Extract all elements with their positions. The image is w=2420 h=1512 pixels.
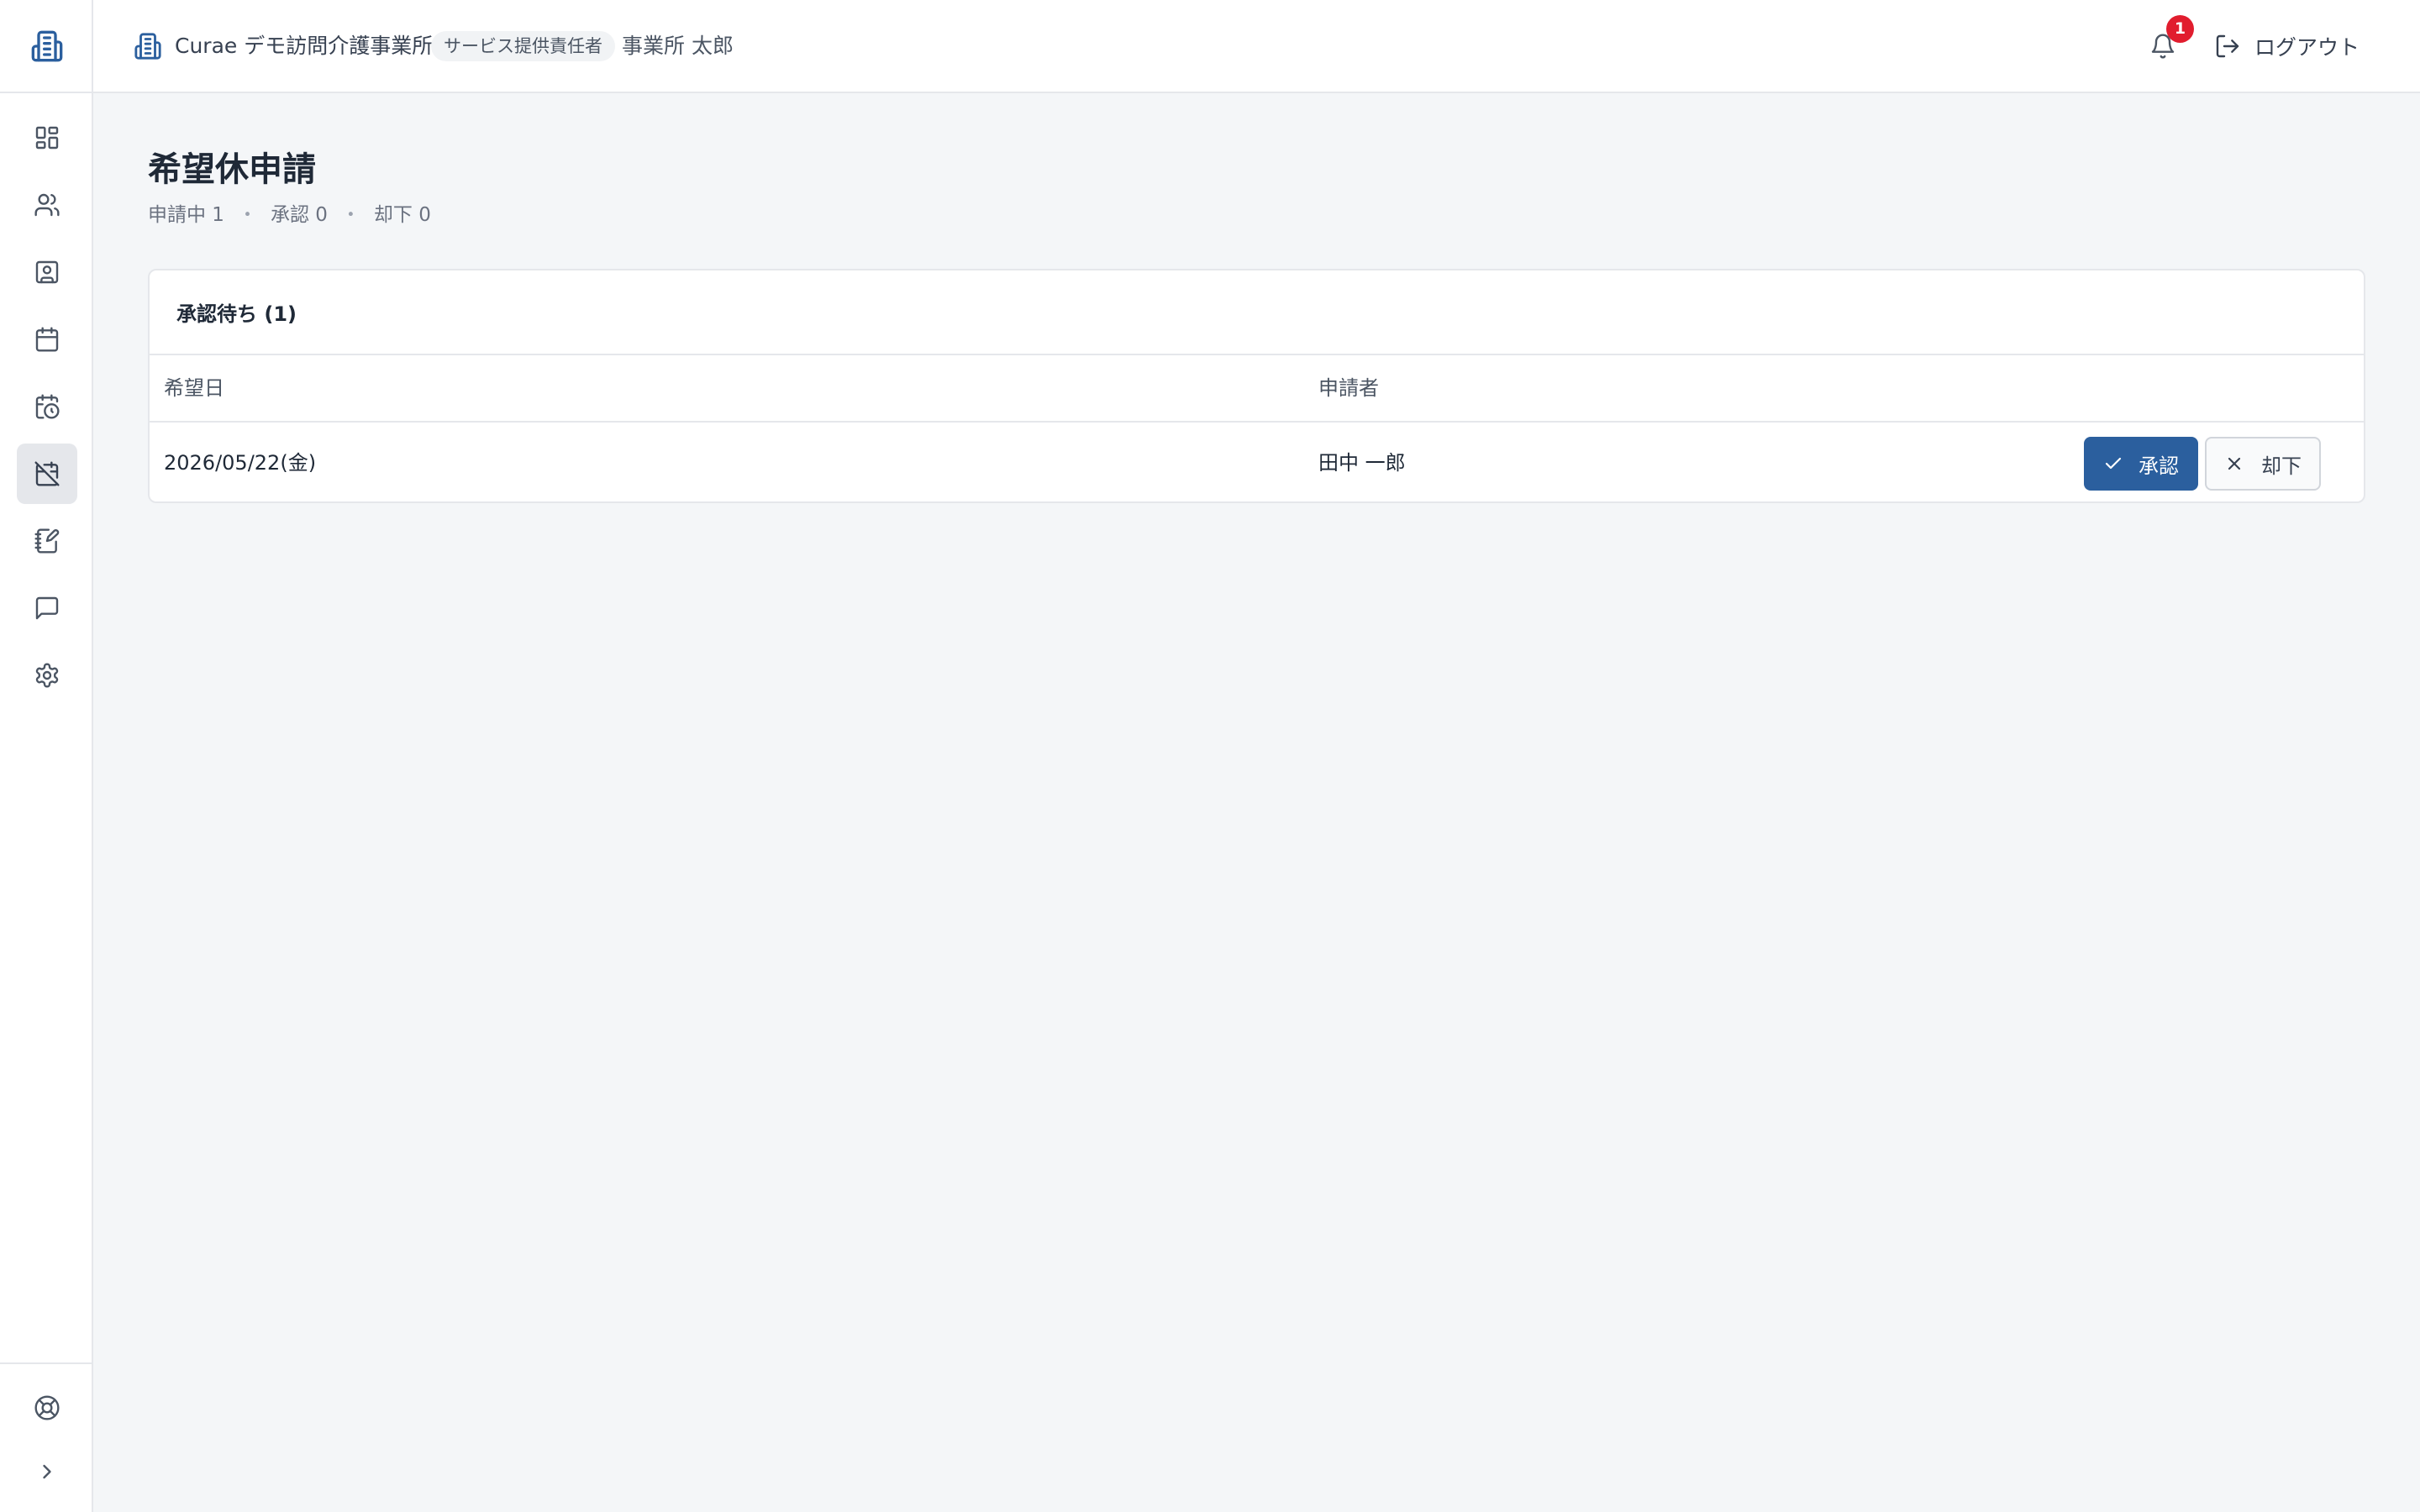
close-icon (2224, 454, 2244, 474)
sidebar-item-messages[interactable] (17, 578, 77, 638)
building-icon (134, 32, 162, 60)
sidebar-item-leave-requests[interactable] (17, 444, 77, 504)
sidebar-item-calendar[interactable] (17, 309, 77, 370)
sidebar-item-users[interactable] (17, 175, 77, 235)
column-header-date: 希望日 (164, 376, 224, 400)
lifebuoy-icon (34, 1394, 60, 1421)
card-header: 承認待ち (1) (150, 270, 2364, 355)
summary-approved: 承認 0 (270, 204, 328, 226)
logout-button[interactable]: ログアウト (2214, 27, 2360, 66)
sidebar (0, 0, 93, 1512)
reject-button[interactable]: 却下 (2205, 437, 2321, 491)
sidebar-item-contacts[interactable] (17, 242, 77, 302)
calendar-icon (34, 326, 60, 353)
top-header: Curae デモ訪問介護事業所 サービス提供責任者 事業所 太郎 1 ログアウト (93, 0, 2420, 93)
card-title: 承認待ち (1) (176, 302, 297, 326)
sidebar-item-records[interactable] (17, 511, 77, 571)
column-header-applicant: 申請者 (1318, 376, 1379, 400)
applicant-name: 田中 一郎 (1318, 451, 1406, 475)
summary-separator: ・ (237, 204, 257, 226)
sidebar-item-help[interactable] (17, 1378, 77, 1438)
request-date: 2026/05/22(金) (164, 451, 317, 475)
request-summary: 申請中 1 ・ 承認 0 ・ 却下 0 (148, 202, 431, 228)
summary-pending: 申請中 1 (148, 204, 224, 226)
notebook-pen-icon (34, 528, 60, 554)
summary-separator: ・ (340, 204, 360, 226)
gear-icon (34, 662, 60, 689)
page-title: 希望休申請 (148, 150, 316, 189)
message-icon (34, 595, 60, 622)
dashboard-icon (34, 124, 60, 151)
notification-count-badge: 1 (2166, 15, 2194, 43)
sidebar-item-schedule[interactable] (17, 376, 77, 437)
logout-icon (2214, 33, 2241, 60)
sidebar-divider (0, 1362, 92, 1364)
users-icon (34, 192, 60, 218)
role-badge: サービス提供責任者 (431, 31, 615, 61)
contact-card-icon (34, 259, 60, 286)
check-icon (2103, 454, 2123, 474)
sidebar-item-dashboard[interactable] (17, 108, 77, 168)
table-row: 2026/05/22(金) 田中 一郎 承認 却下 (150, 423, 2364, 501)
approve-label: 承認 (2139, 454, 2179, 478)
sidebar-expand-button[interactable] (17, 1441, 77, 1502)
building-icon[interactable] (0, 0, 93, 93)
user-name: 事業所 太郎 (622, 34, 734, 58)
sidebar-item-settings[interactable] (17, 645, 77, 706)
reject-label: 却下 (2261, 454, 2302, 478)
logout-label: ログアウト (2254, 35, 2360, 60)
pending-requests-card: 承認待ち (1) 希望日 申請者 2026/05/22(金) 田中 一郎 承認 … (148, 269, 2365, 503)
calendar-clock-icon (34, 393, 60, 420)
approve-button[interactable]: 承認 (2084, 437, 2198, 491)
chevron-right-icon (35, 1460, 59, 1483)
summary-rejected: 却下 0 (373, 204, 431, 226)
organization-name: Curae デモ訪問介護事業所 (175, 34, 434, 58)
calendar-off-icon (34, 460, 60, 487)
table-header: 希望日 申請者 (150, 355, 2364, 423)
